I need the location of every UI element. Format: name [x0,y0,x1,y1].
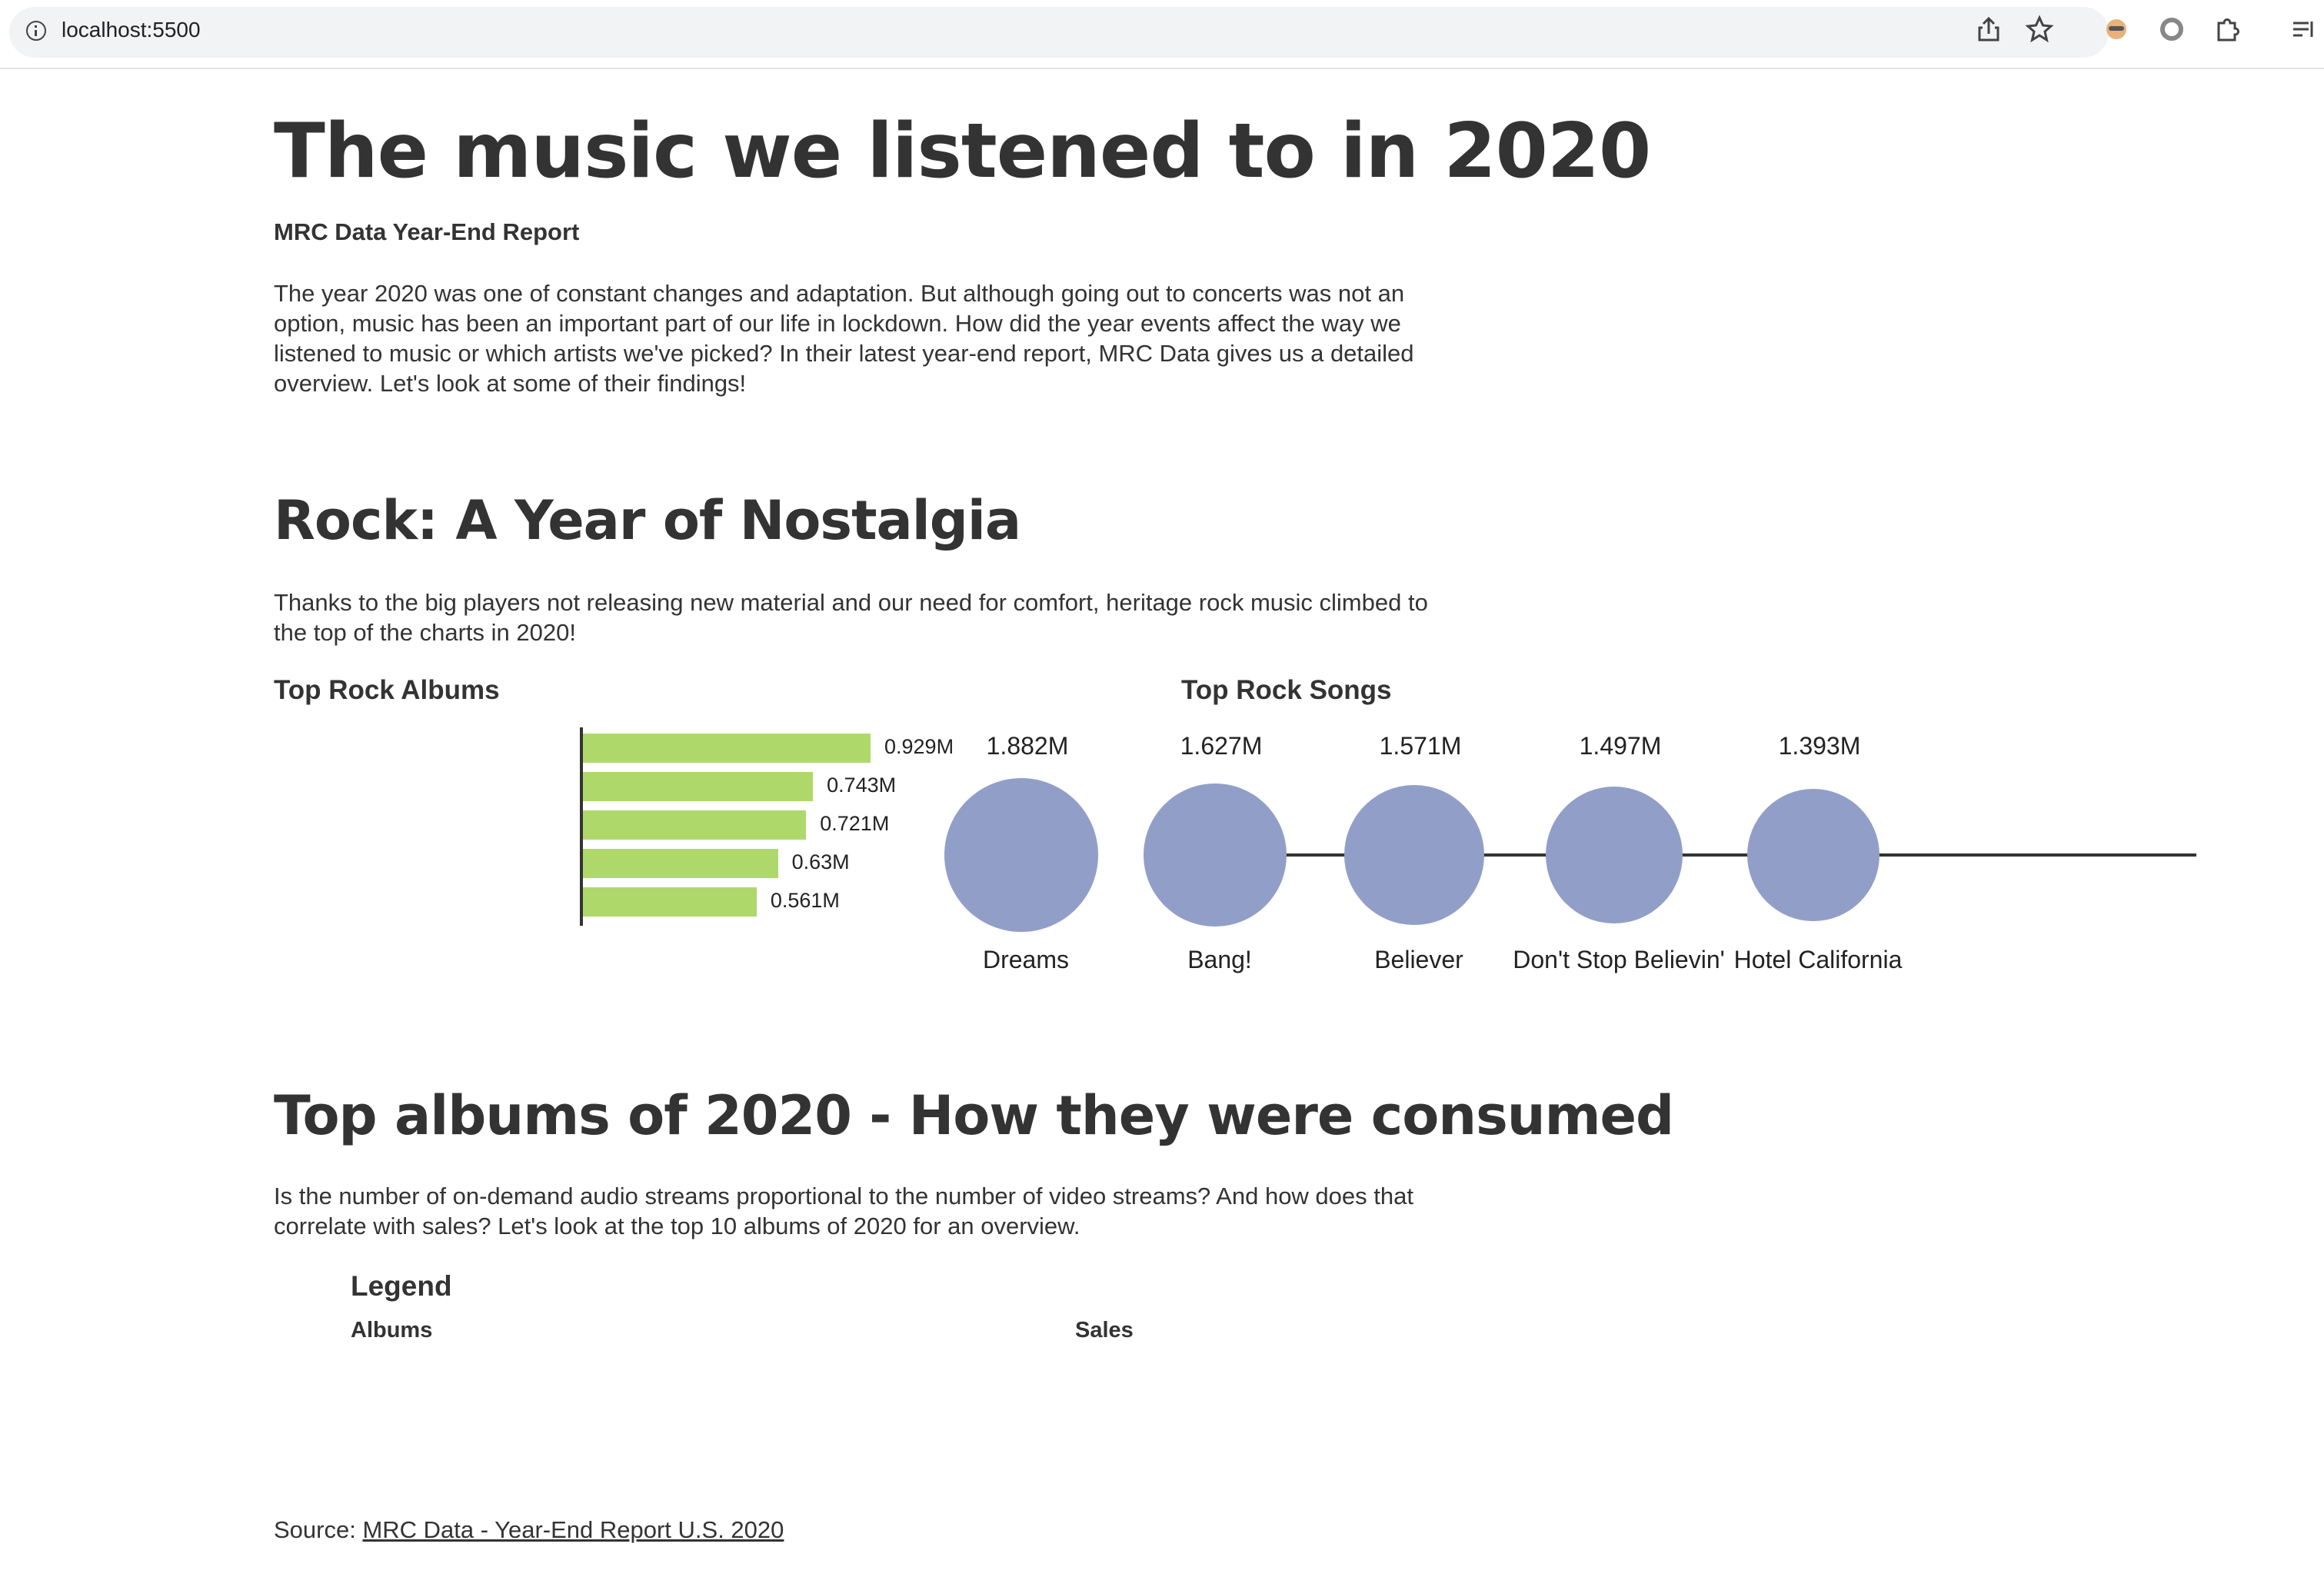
source-line: Source: MRC Data - Year-End Report U.S. … [274,1516,784,1544]
song-name-label: Believer [1374,946,1463,973]
albums-section-heading: Top albums of 2020 - How they were consu… [274,1084,1674,1147]
extensions-puzzle-icon[interactable] [2212,14,2242,45]
album-bar-value-label: 0.743M [827,774,897,797]
album-bar-value-label: 0.561M [770,889,840,912]
album-bar [583,734,871,763]
bookmark-star-icon[interactable] [2024,14,2055,45]
album-bar [583,810,807,840]
song-bubble [1343,784,1485,926]
share-icon[interactable] [1973,14,2004,45]
legend-albums-label: Albums [351,1318,433,1342]
legend-title: Legend [351,1270,452,1302]
page-title: The music we listened to in 2020 [274,108,1651,195]
top-rock-songs-title: Top Rock Songs [1181,675,1392,705]
song-name-label: Dreams [982,946,1070,973]
rock-section-heading: Rock: A Year of Nostalgia [274,489,1021,552]
album-bar-value-label: 0.63M [791,850,850,873]
report-subtitle: MRC Data Year-End Report [274,218,580,245]
reading-list-icon[interactable] [2289,14,2319,45]
song-value-label: 1.393M [1778,732,1861,760]
song-name-label: Don't Stop Believin' [1513,946,1725,973]
browser-toolbar: localhost:5500 [0,0,2324,69]
song-bubble [1746,788,1880,922]
url-text[interactable]: localhost:5500 [62,18,201,42]
song-name-label: Bang! [1187,946,1252,973]
address-bar[interactable]: localhost:5500 [9,7,2109,58]
album-bar-value-label: 0.929M [884,735,954,758]
bubble-baseline [1181,853,2196,857]
intro-paragraph: The year 2020 was one of constant change… [274,280,1414,397]
album-bar [583,772,814,801]
song-value-label: 1.497M [1579,732,1662,760]
song-bubble [944,778,1098,932]
song-value-label: 1.571M [1379,732,1462,760]
extension-avatar-icon[interactable] [2101,14,2132,45]
album-bar-value-label: 0.721M [820,812,890,835]
source-link[interactable]: MRC Data - Year-End Report U.S. 2020 [362,1516,784,1543]
top-rock-albums-title: Top Rock Albums [274,675,500,705]
song-value-label: 1.882M [986,732,1069,760]
song-bubble [1545,786,1683,924]
rock-section-text: Thanks to the big players not releasing … [274,589,1428,646]
song-value-label: 1.627M [1180,732,1263,760]
song-name-label: Hotel California [1733,946,1903,973]
album-bar [583,849,778,878]
source-prefix: Source: [274,1516,363,1543]
top-rock-albums-chart: 0.929M 0.743M 0.721M 0.63M 0.561M [580,727,980,926]
album-bar [583,887,757,917]
song-bubble [1144,784,1287,927]
extension-circle-icon[interactable] [2156,14,2187,45]
legend-sales-label: Sales [1075,1318,1134,1342]
site-info-icon[interactable] [26,21,46,41]
albums-section-text: Is the number of on-demand audio streams… [274,1183,1413,1239]
